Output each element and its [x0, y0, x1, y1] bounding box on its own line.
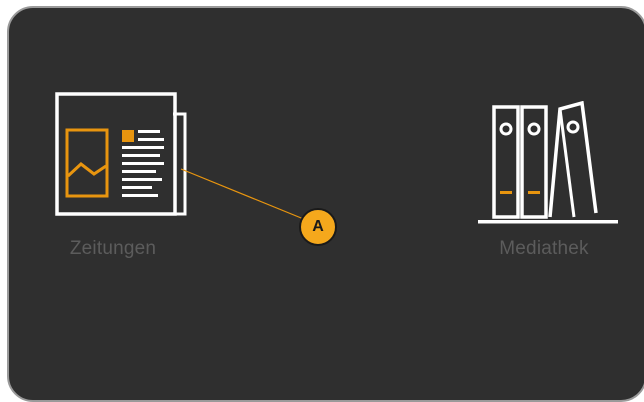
callout-leader-line: [180, 168, 312, 223]
app-launcher-panel: Zeitungen Mediathek: [7, 6, 644, 402]
callout-badge-a: A: [299, 208, 337, 246]
